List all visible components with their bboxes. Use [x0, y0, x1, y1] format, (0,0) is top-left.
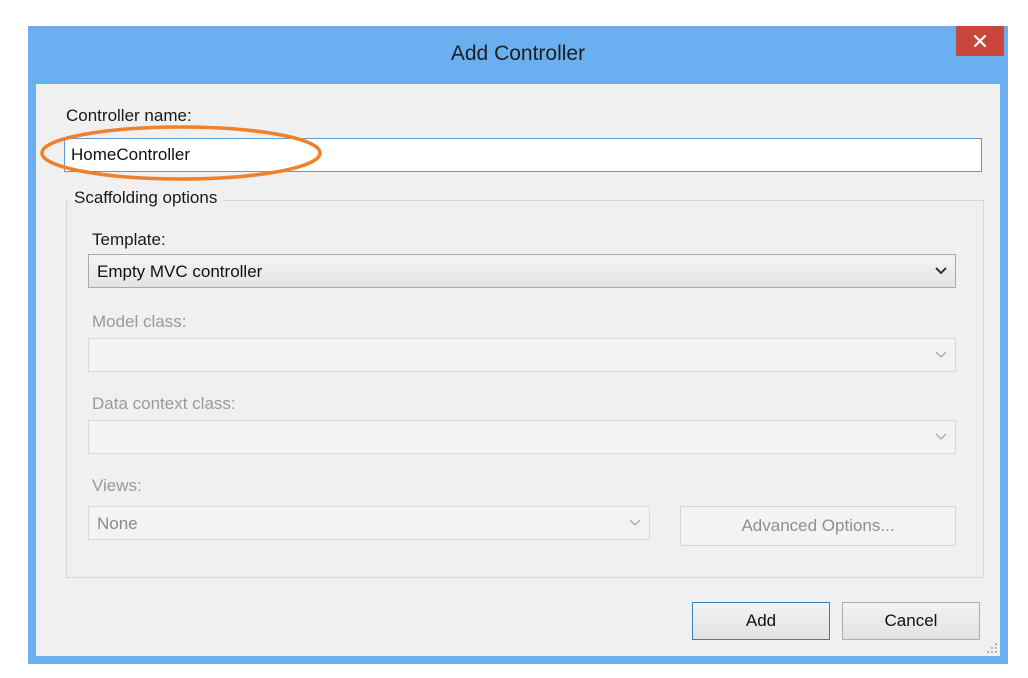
chevron-down-icon	[935, 351, 947, 359]
template-selected-value: Empty MVC controller	[97, 262, 263, 281]
chevron-down-icon	[935, 433, 947, 441]
close-icon	[973, 34, 987, 48]
dialog-title: Add Controller	[450, 42, 586, 65]
template-label: Template:	[92, 230, 166, 249]
template-select[interactable]: Empty MVC controller	[88, 254, 956, 288]
close-button[interactable]	[956, 26, 1004, 56]
views-selected-value: None	[97, 514, 138, 533]
cancel-button[interactable]: Cancel	[842, 602, 980, 640]
add-button[interactable]: Add	[692, 602, 830, 640]
chevron-down-icon	[629, 519, 641, 527]
model-class-label: Model class:	[92, 312, 187, 331]
controller-name-label: Controller name:	[66, 106, 192, 125]
dialog-titlebar[interactable]: Add Controller	[28, 26, 1008, 84]
chevron-down-icon	[935, 267, 947, 275]
views-label: Views:	[92, 476, 142, 495]
resize-grip-icon[interactable]	[986, 642, 998, 654]
advanced-options-button[interactable]: Advanced Options...	[680, 506, 956, 546]
scaffolding-options-title: Scaffolding options	[68, 188, 224, 208]
controller-name-input[interactable]	[64, 138, 982, 172]
data-context-class-label: Data context class:	[92, 394, 236, 413]
dialog-body: Controller name: Scaffolding options Tem…	[36, 84, 1000, 656]
add-controller-dialog: Add Controller Controller name: Scaffold…	[28, 26, 1008, 664]
model-class-select[interactable]	[88, 338, 956, 372]
views-select[interactable]: None	[88, 506, 650, 540]
data-context-class-select[interactable]	[88, 420, 956, 454]
